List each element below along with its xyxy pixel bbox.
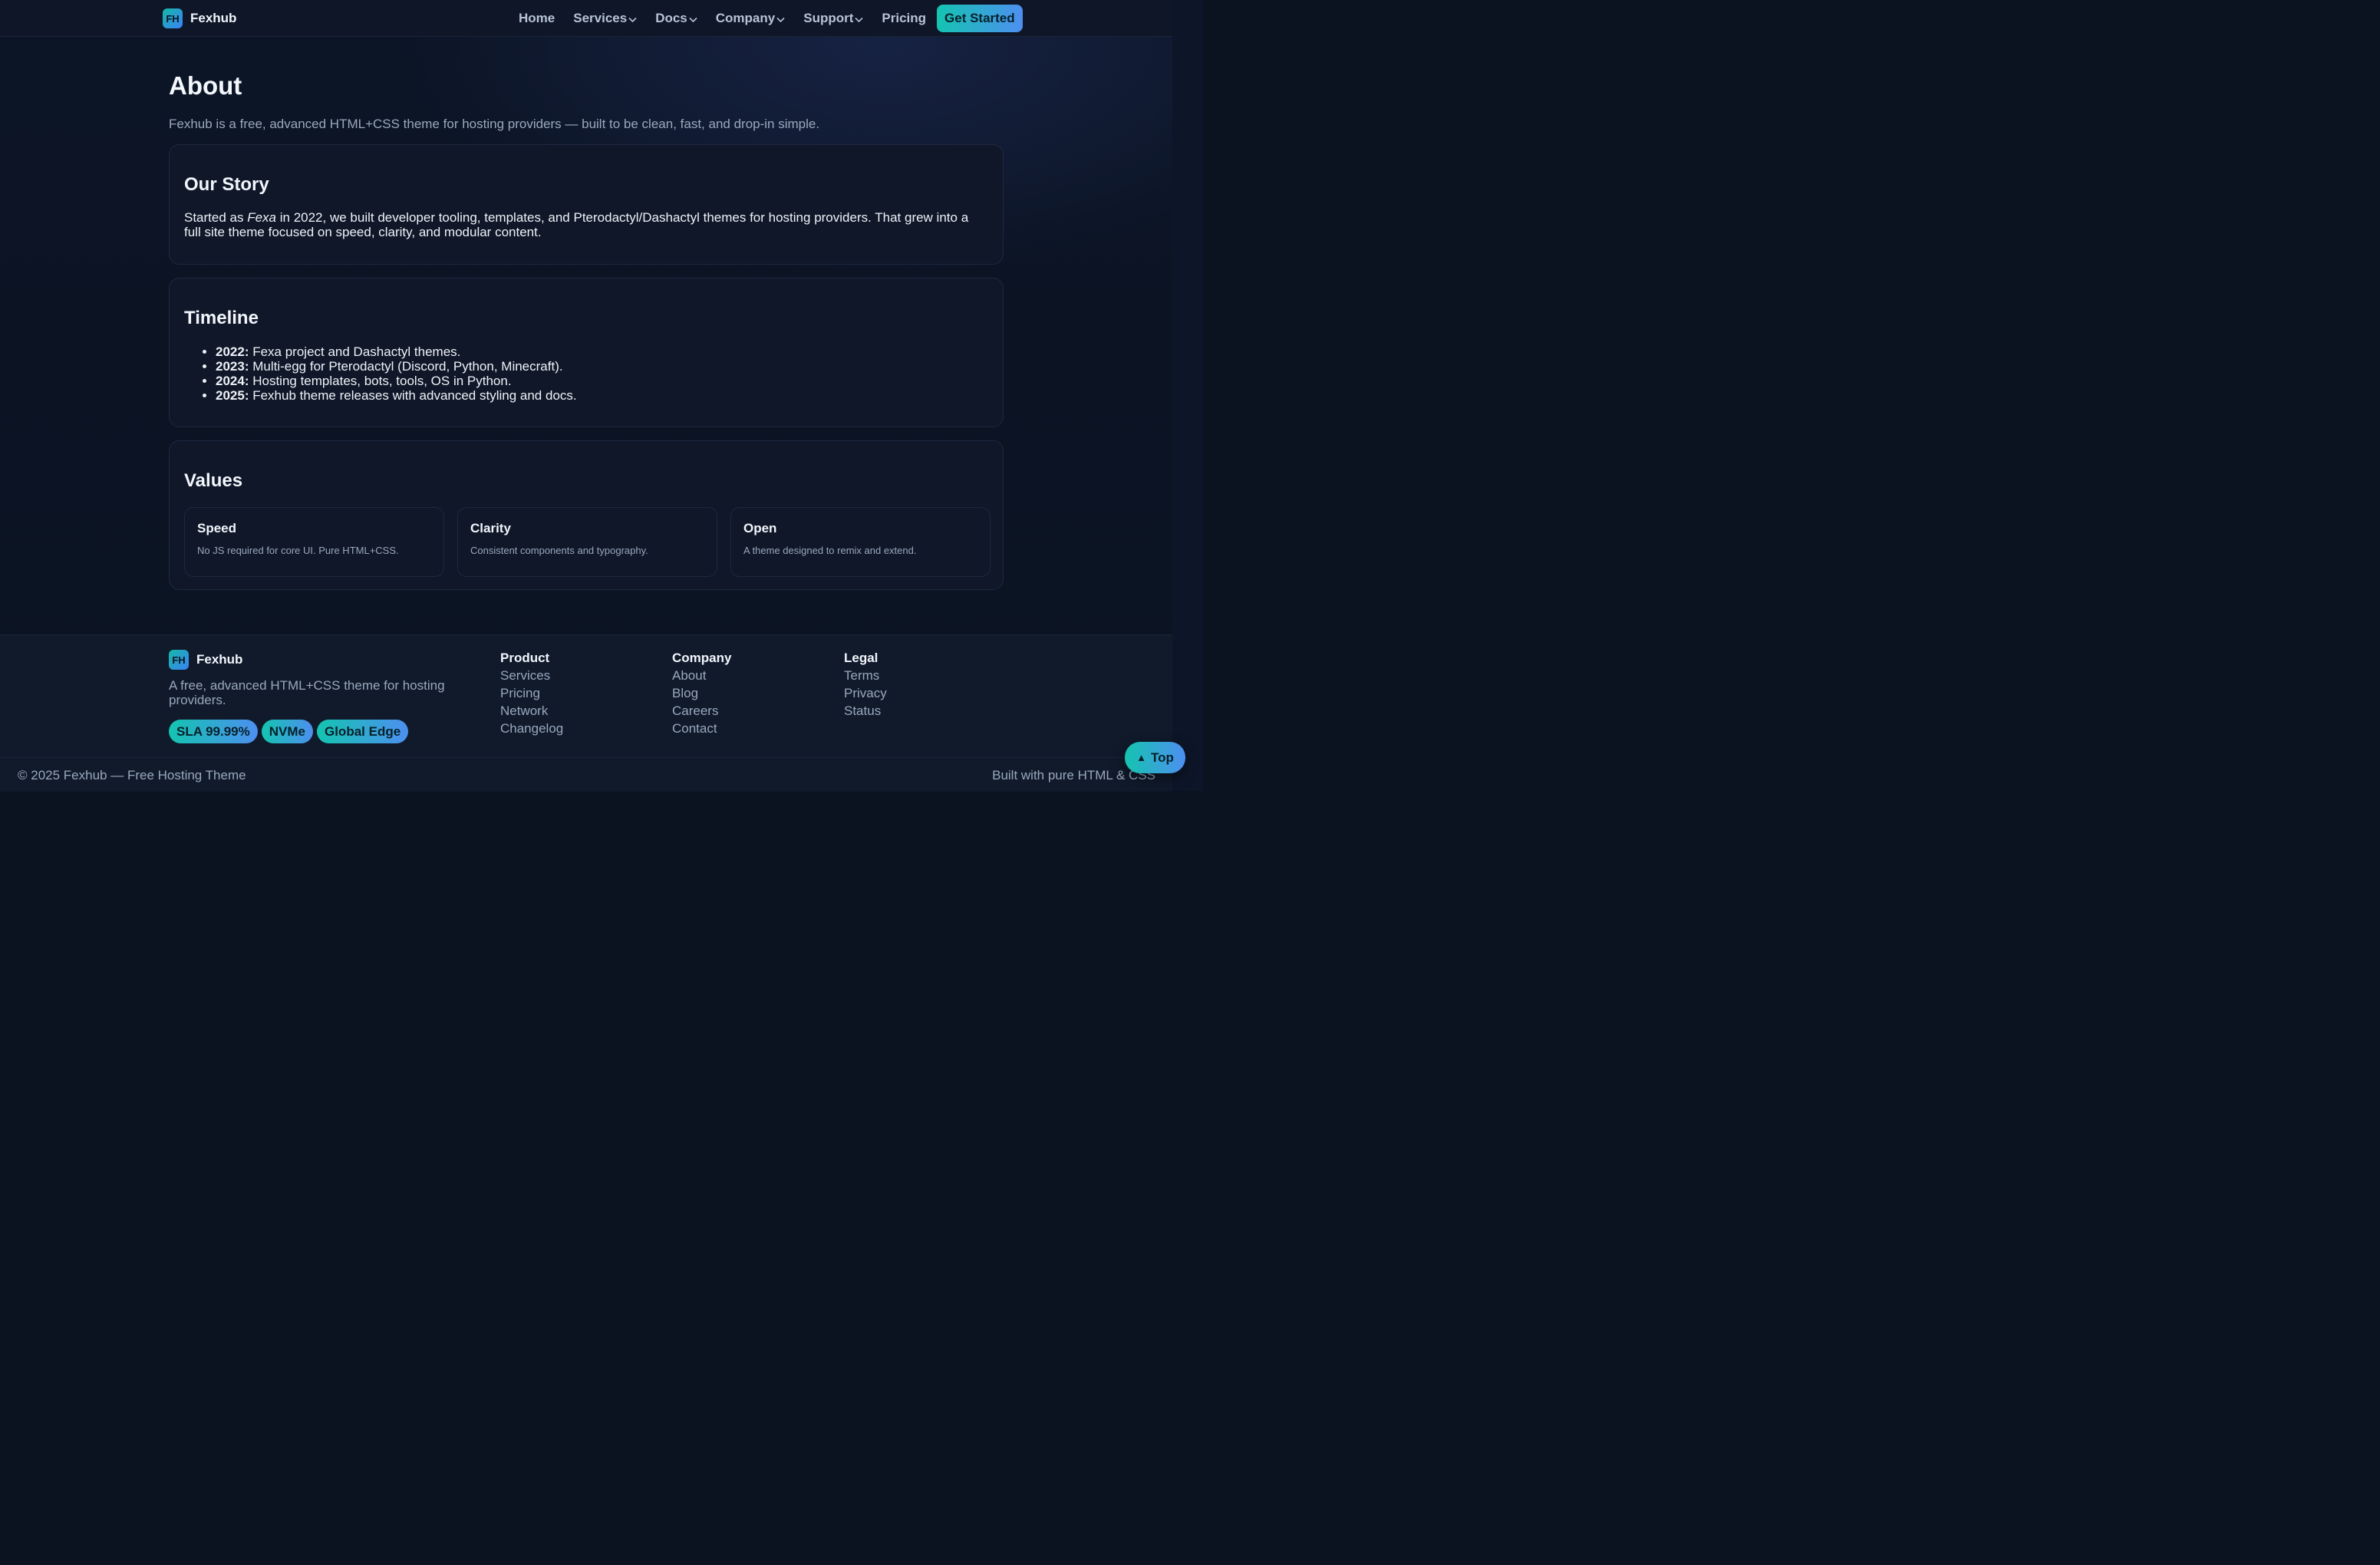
copyright-text: © 2025 Fexhub — Free Hosting Theme xyxy=(18,768,246,782)
footer-link-blog[interactable]: Blog xyxy=(672,686,731,701)
story-card: Our Story Started as Fexa in 2022, we bu… xyxy=(169,144,1004,265)
badge-sla: SLA 99.99% xyxy=(169,720,258,743)
main-nav: Home Services Docs Company Support Prici… xyxy=(519,5,1023,32)
badge-global-edge: Global Edge xyxy=(316,720,409,743)
nav-item-services[interactable]: Services xyxy=(573,11,637,26)
timeline-card: Timeline 2022: Fexa project and Dashacty… xyxy=(169,278,1004,427)
values-grid: Speed No JS required for core UI. Pure H… xyxy=(184,507,991,577)
page-intro: Fexhub is a free, advanced HTML+CSS them… xyxy=(169,117,820,131)
nav-item-support[interactable]: Support xyxy=(803,11,863,26)
page-title: About xyxy=(169,71,242,100)
chevron-down-icon xyxy=(628,17,637,23)
site-header: FH Fexhub Home Services Docs Company Sup… xyxy=(0,0,1172,37)
story-text-start: Started as xyxy=(184,210,248,225)
nav-item-label: Home xyxy=(519,11,555,25)
footer-bottom-bar: © 2025 Fexhub — Free Hosting Theme Built… xyxy=(0,757,1172,792)
timeline-text: Fexa project and Dashactyl themes. xyxy=(249,344,461,359)
values-card: Values Speed No JS required for core UI.… xyxy=(169,440,1004,590)
footer-column-product: Product Services Pricing Network Changel… xyxy=(500,651,563,736)
footer-column-title: Company xyxy=(672,651,732,665)
footer-column-title: Legal xyxy=(844,651,878,665)
get-started-button[interactable]: Get Started xyxy=(937,5,1023,32)
footer-link-network[interactable]: Network xyxy=(500,703,563,719)
value-card-clarity: Clarity Consistent components and typogr… xyxy=(457,507,717,577)
story-text-end: in 2022, we built developer tooling, tem… xyxy=(184,210,969,239)
chevron-down-icon xyxy=(689,17,697,23)
header-logo[interactable]: FH Fexhub xyxy=(163,8,236,28)
footer-link-terms[interactable]: Terms xyxy=(844,668,887,684)
timeline-text: Fexhub theme releases with advanced styl… xyxy=(249,388,577,403)
value-description: A theme designed to remix and extend. xyxy=(743,545,917,556)
value-title: Clarity xyxy=(470,521,511,535)
nav-item-pricing[interactable]: Pricing xyxy=(882,11,926,26)
value-card-open: Open A theme designed to remix and exten… xyxy=(730,507,991,577)
nav-item-home[interactable]: Home xyxy=(519,11,555,26)
footer-description: A free, advanced HTML+CSS theme for host… xyxy=(169,678,445,707)
timeline-year: 2024: xyxy=(216,374,249,388)
timeline-heading: Timeline xyxy=(184,308,259,328)
footer-link-pricing[interactable]: Pricing xyxy=(500,686,563,701)
footer-column-company: Company About Blog Careers Contact xyxy=(672,651,731,736)
timeline-item: 2024: Hosting templates, bots, tools, OS… xyxy=(216,374,577,388)
timeline-year: 2025: xyxy=(216,388,249,403)
main-content: About Fexhub is a free, advanced HTML+CS… xyxy=(169,69,1004,590)
footer-link-careers[interactable]: Careers xyxy=(672,703,731,719)
footer-column-title: Product xyxy=(500,651,550,665)
logo-badge-icon: FH xyxy=(163,8,183,28)
footer-link-changelog[interactable]: Changelog xyxy=(500,721,563,736)
nav-item-company[interactable]: Company xyxy=(716,11,785,26)
chevron-down-icon xyxy=(776,17,785,23)
logo-text: Fexhub xyxy=(196,652,243,667)
story-text-emphasis: Fexa xyxy=(247,210,277,225)
up-arrow-icon: ▲ xyxy=(1136,752,1146,763)
footer-link-contact[interactable]: Contact xyxy=(672,721,731,736)
nav-item-label: Company xyxy=(715,11,776,25)
nav-item-label: Services xyxy=(573,11,628,25)
scrollbar-track[interactable] xyxy=(1172,0,1203,791)
timeline-year: 2023: xyxy=(216,359,249,374)
footer-link-about[interactable]: About xyxy=(672,668,731,684)
story-heading: Our Story xyxy=(184,174,269,195)
values-heading: Values xyxy=(184,470,243,491)
nav-item-label: Pricing xyxy=(882,11,927,25)
value-card-speed: Speed No JS required for core UI. Pure H… xyxy=(184,507,444,577)
timeline-year: 2022: xyxy=(216,344,249,359)
site-footer: FH Fexhub A free, advanced HTML+CSS them… xyxy=(0,634,1172,792)
value-title: Open xyxy=(743,521,777,535)
timeline-list: 2022: Fexa project and Dashactyl themes.… xyxy=(184,344,577,403)
value-description: No JS required for core UI. Pure HTML+CS… xyxy=(197,545,399,556)
logo-badge-icon: FH xyxy=(169,650,189,670)
story-text: Started as Fexa in 2022, we built develo… xyxy=(184,210,982,239)
back-to-top-button[interactable]: ▲ Top xyxy=(1125,742,1185,773)
value-description: Consistent components and typography. xyxy=(470,545,648,556)
nav-item-label: Support xyxy=(803,11,854,25)
timeline-text: Multi-egg for Pterodactyl (Discord, Pyth… xyxy=(249,359,563,374)
timeline-item: 2025: Fexhub theme releases with advance… xyxy=(216,388,577,403)
footer-link-status[interactable]: Status xyxy=(844,703,887,719)
nav-item-label: Docs xyxy=(655,11,687,25)
timeline-text: Hosting templates, bots, tools, OS in Py… xyxy=(249,374,512,388)
back-to-top-label: Top xyxy=(1150,750,1174,765)
footer-column-legal: Legal Terms Privacy Status xyxy=(844,651,887,719)
badge-nvme: NVMe xyxy=(261,720,313,743)
feature-badges: SLA 99.99% NVMe Global Edge xyxy=(169,720,409,743)
value-title: Speed xyxy=(197,521,237,535)
chevron-down-icon xyxy=(855,17,863,23)
logo-text: Fexhub xyxy=(190,11,237,25)
footer-logo[interactable]: FH Fexhub xyxy=(169,650,242,670)
footer-link-services[interactable]: Services xyxy=(500,668,563,684)
footer-link-privacy[interactable]: Privacy xyxy=(844,686,887,701)
nav-item-docs[interactable]: Docs xyxy=(655,11,697,26)
timeline-item: 2023: Multi-egg for Pterodactyl (Discord… xyxy=(216,359,577,374)
timeline-item: 2022: Fexa project and Dashactyl themes. xyxy=(216,344,577,359)
